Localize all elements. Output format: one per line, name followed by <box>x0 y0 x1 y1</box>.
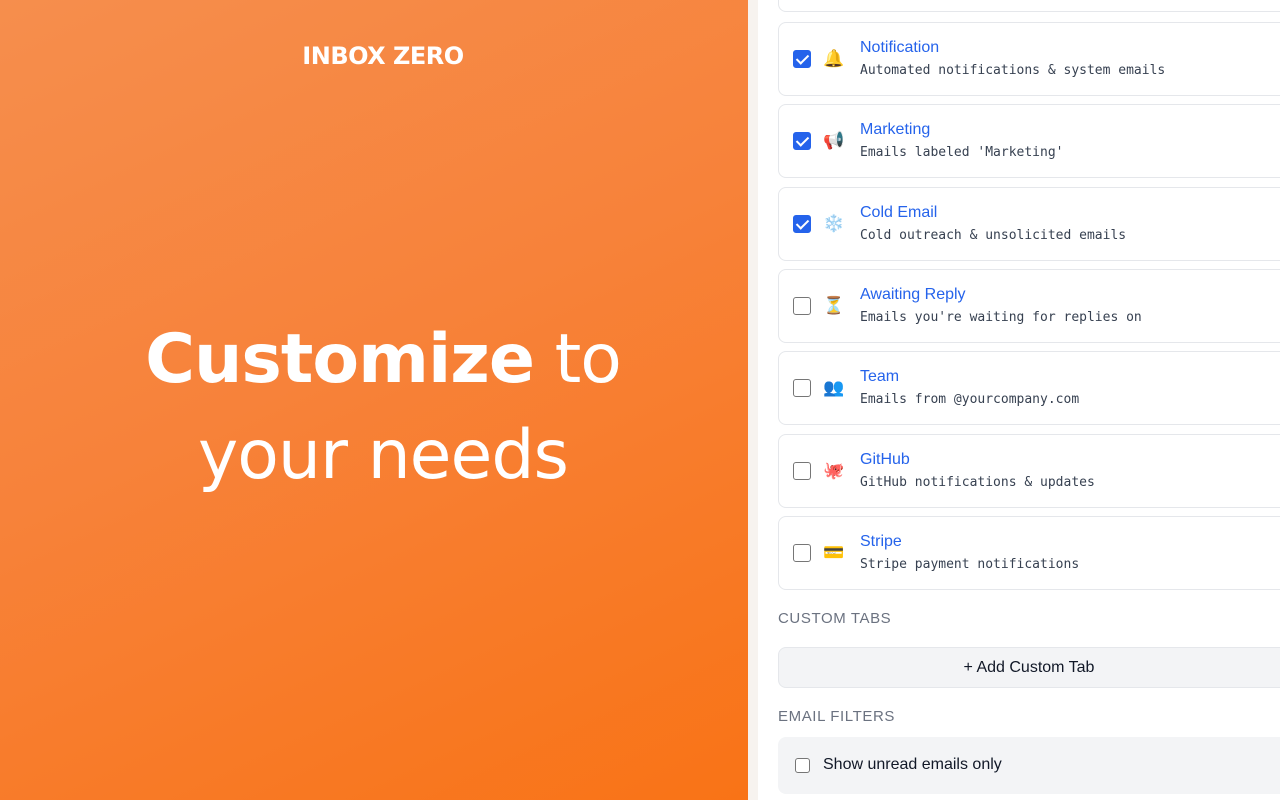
tab-card-partial <box>778 0 1280 12</box>
tab-name: GitHub <box>860 451 910 468</box>
headline-line2: your needs <box>198 416 569 495</box>
tab-name: Awaiting Reply <box>860 286 966 303</box>
people-icon: 👥 <box>823 378 845 398</box>
email-filters-heading: EMAIL FILTERS <box>778 708 895 725</box>
snowflake-icon: ❄️ <box>823 214 845 234</box>
octopus-icon: 🐙 <box>823 461 845 481</box>
tab-name: Stripe <box>860 533 902 550</box>
tab-checkbox[interactable] <box>793 50 811 68</box>
tab-checkbox[interactable] <box>793 132 811 150</box>
tab-description: Stripe payment notifications <box>860 557 1080 572</box>
unread-filter-row[interactable]: Show unread emails only <box>778 737 1280 794</box>
brand-logo: INBOX ZERO <box>302 42 464 70</box>
unread-only-label: Show unread emails only <box>823 756 1002 773</box>
panel-divider <box>748 0 758 800</box>
bell-icon: 🔔 <box>823 49 845 69</box>
add-custom-tab-button[interactable]: + Add Custom Tab <box>778 647 1280 688</box>
hourglass-icon: ⏳ <box>823 296 845 316</box>
tab-description: Cold outreach & unsolicited emails <box>860 228 1127 243</box>
tab-description: Emails labeled 'Marketing' <box>860 145 1064 160</box>
megaphone-icon: 📢 <box>823 131 845 151</box>
tab-description: GitHub notifications & updates <box>860 475 1095 490</box>
tab-name: Cold Email <box>860 204 938 221</box>
tab-description: Emails from @yourcompany.com <box>860 392 1080 407</box>
custom-tabs-heading: CUSTOM TABS <box>778 610 892 627</box>
tab-checkbox[interactable] <box>793 215 811 233</box>
tab-card-stripe[interactable]: 💳 Stripe Stripe payment notifications <box>778 516 1280 590</box>
tab-description: Automated notifications & system emails <box>860 63 1166 78</box>
headline-rest: to <box>533 320 622 399</box>
tab-checkbox[interactable] <box>793 379 811 397</box>
tab-card-cold-email[interactable]: ❄️ Cold Email Cold outreach & unsolicite… <box>778 187 1280 261</box>
tab-description: Emails you're waiting for replies on <box>860 310 1142 325</box>
tab-checkbox[interactable] <box>793 297 811 315</box>
tab-name: Team <box>860 368 900 385</box>
tab-name: Notification <box>860 39 940 56</box>
unread-only-checkbox[interactable] <box>795 758 810 773</box>
credit-card-icon: 💳 <box>823 543 845 563</box>
tab-card-marketing[interactable]: 📢 Marketing Emails labeled 'Marketing' <box>778 104 1280 178</box>
tab-card-notification[interactable]: 🔔 Notification Automated notifications &… <box>778 22 1280 96</box>
headline: Customize to your needs <box>0 312 766 504</box>
tab-checkbox[interactable] <box>793 544 811 562</box>
tab-name: Marketing <box>860 121 931 138</box>
tab-checkbox[interactable] <box>793 462 811 480</box>
settings-panel: 🔔 Notification Automated notifications &… <box>778 0 1280 800</box>
tab-card-team[interactable]: 👥 Team Emails from @yourcompany.com <box>778 351 1280 425</box>
promo-panel: INBOX ZERO Customize to your needs <box>0 0 748 800</box>
headline-bold: Customize <box>145 320 535 399</box>
tab-card-awaiting-reply[interactable]: ⏳ Awaiting Reply Emails you're waiting f… <box>778 269 1280 343</box>
tab-card-github[interactable]: 🐙 GitHub GitHub notifications & updates <box>778 434 1280 508</box>
